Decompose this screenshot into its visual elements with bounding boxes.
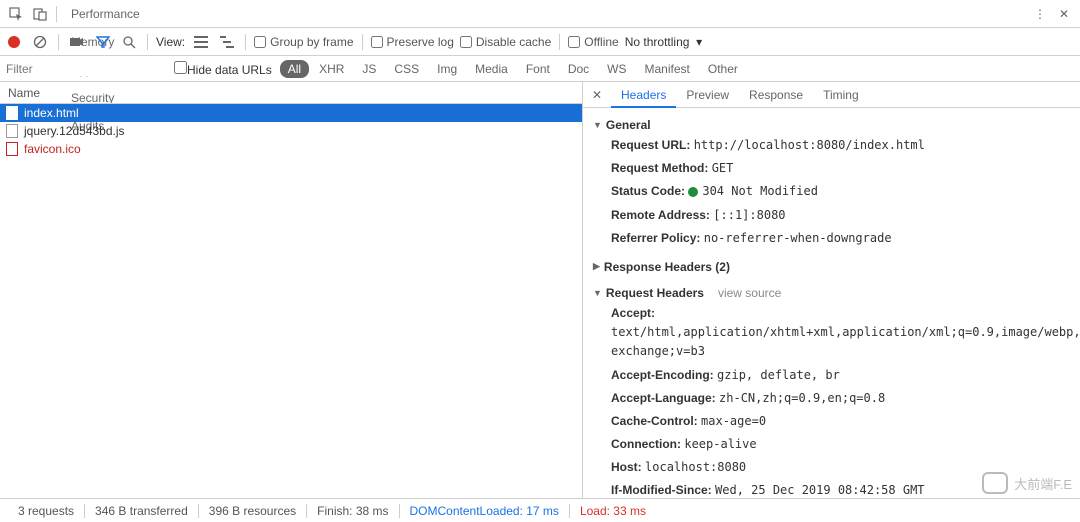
file-icon xyxy=(6,106,18,120)
hide-data-urls-checkbox[interactable]: Hide data URLs xyxy=(174,61,272,77)
file-icon xyxy=(6,142,18,156)
filter-bar: Hide data URLs AllXHRJSCSSImgMediaFontDo… xyxy=(0,56,1080,82)
status-bar: 3 requests 346 B transferred 396 B resou… xyxy=(0,498,1080,522)
offline-checkbox[interactable]: Offline xyxy=(568,35,618,49)
request-name: favicon.ico xyxy=(24,142,81,156)
header-row: Accept-Encoding: gzip, deflate, br xyxy=(593,364,1070,387)
large-rows-icon[interactable] xyxy=(191,32,211,52)
detail-tab-preview[interactable]: Preview xyxy=(676,82,739,108)
clear-icon[interactable] xyxy=(30,32,50,52)
preserve-log-checkbox[interactable]: Preserve log xyxy=(371,35,454,49)
section-request-headers[interactable]: ▼Request Headersview source xyxy=(593,284,1070,302)
tab-performance[interactable]: Performance xyxy=(61,0,150,28)
filter-type-all[interactable]: All xyxy=(280,60,309,78)
section-general[interactable]: ▼General xyxy=(593,116,1070,134)
section-response-headers[interactable]: ▶Response Headers (2) xyxy=(593,258,1070,276)
request-list-panel: Name index.html jquery.12d543bd.js favicon… xyxy=(0,82,583,498)
column-header-name[interactable]: Name xyxy=(0,82,582,104)
header-row: Connection: keep-alive xyxy=(593,433,1070,456)
detail-tab-response[interactable]: Response xyxy=(739,82,813,108)
search-icon[interactable] xyxy=(119,32,139,52)
filter-type-xhr[interactable]: XHR xyxy=(311,60,352,78)
waterfall-icon[interactable] xyxy=(217,32,237,52)
close-details-icon[interactable]: ✕ xyxy=(587,88,607,102)
filter-type-manifest[interactable]: Manifest xyxy=(637,60,698,78)
header-row: Referrer Policy: no-referrer-when-downgr… xyxy=(593,227,1070,250)
header-row: Request Method: GET xyxy=(593,157,1070,180)
filter-type-ws[interactable]: WS xyxy=(599,60,634,78)
filter-input[interactable] xyxy=(6,62,166,76)
detail-tab-timing[interactable]: Timing xyxy=(813,82,869,108)
status-load: Load: 33 ms xyxy=(570,504,656,518)
filter-type-doc[interactable]: Doc xyxy=(560,60,597,78)
view-source-link[interactable]: view source xyxy=(718,286,781,300)
inspect-icon[interactable] xyxy=(4,2,28,26)
view-label: View: xyxy=(156,35,185,49)
status-requests: 3 requests xyxy=(8,504,85,518)
more-icon[interactable]: ⋮ xyxy=(1028,2,1052,26)
filter-type-font[interactable]: Font xyxy=(518,60,558,78)
request-row[interactable]: favicon.ico xyxy=(0,140,582,158)
separator xyxy=(56,6,57,22)
group-by-frame-checkbox[interactable]: Group by frame xyxy=(254,35,353,49)
request-detail-panel: ✕ HeadersPreviewResponseTiming ▼General … xyxy=(583,82,1080,498)
camera-icon[interactable] xyxy=(67,32,87,52)
filter-type-media[interactable]: Media xyxy=(467,60,516,78)
request-name: index.html xyxy=(24,106,79,120)
close-devtools-icon[interactable]: ✕ xyxy=(1052,2,1076,26)
detail-tab-headers[interactable]: Headers xyxy=(611,82,676,108)
status-transferred: 346 B transferred xyxy=(85,504,199,518)
main-area: Name index.html jquery.12d543bd.js favicon… xyxy=(0,82,1080,498)
filter-icon[interactable] xyxy=(93,32,113,52)
throttling-select[interactable]: No throttling ▾ xyxy=(625,35,702,49)
header-row: Accept-Language: zh-CN,zh;q=0.9,en;q=0.8 xyxy=(593,387,1070,410)
header-row: Accept: text/html,application/xhtml+xml,… xyxy=(593,302,1070,364)
status-resources: 396 B resources xyxy=(199,504,307,518)
status-dcl: DOMContentLoaded: 17 ms xyxy=(400,504,570,518)
request-row[interactable]: index.html xyxy=(0,104,582,122)
file-icon xyxy=(6,124,18,138)
header-row: If-Modified-Since: Wed, 25 Dec 2019 08:4… xyxy=(593,479,1070,498)
header-row: Host: localhost:8080 xyxy=(593,456,1070,479)
record-button[interactable] xyxy=(4,32,24,52)
detail-tabs: ✕ HeadersPreviewResponseTiming xyxy=(583,82,1080,108)
header-row: Cache-Control: max-age=0 xyxy=(593,410,1070,433)
filter-type-other[interactable]: Other xyxy=(700,60,746,78)
request-row[interactable]: jquery.12d543bd.js xyxy=(0,122,582,140)
header-row: Request URL: http://localhost:8080/index… xyxy=(593,134,1070,157)
header-row: Status Code: 304 Not Modified xyxy=(593,180,1070,203)
request-name: jquery.12d543bd.js xyxy=(24,124,125,138)
devtools-tabs-bar: ElementsConsoleSourcesNetworkPerformance… xyxy=(0,0,1080,28)
status-finish: Finish: 38 ms xyxy=(307,504,399,518)
header-row: Remote Address: [::1]:8080 xyxy=(593,204,1070,227)
filter-type-img[interactable]: Img xyxy=(429,60,465,78)
filter-type-js[interactable]: JS xyxy=(354,60,384,78)
device-toggle-icon[interactable] xyxy=(28,2,52,26)
network-toolbar: View: Group by frame Preserve log Disabl… xyxy=(0,28,1080,56)
filter-type-css[interactable]: CSS xyxy=(386,60,427,78)
headers-content: ▼General Request URL: http://localhost:8… xyxy=(583,108,1080,498)
disable-cache-checkbox[interactable]: Disable cache xyxy=(460,35,551,49)
